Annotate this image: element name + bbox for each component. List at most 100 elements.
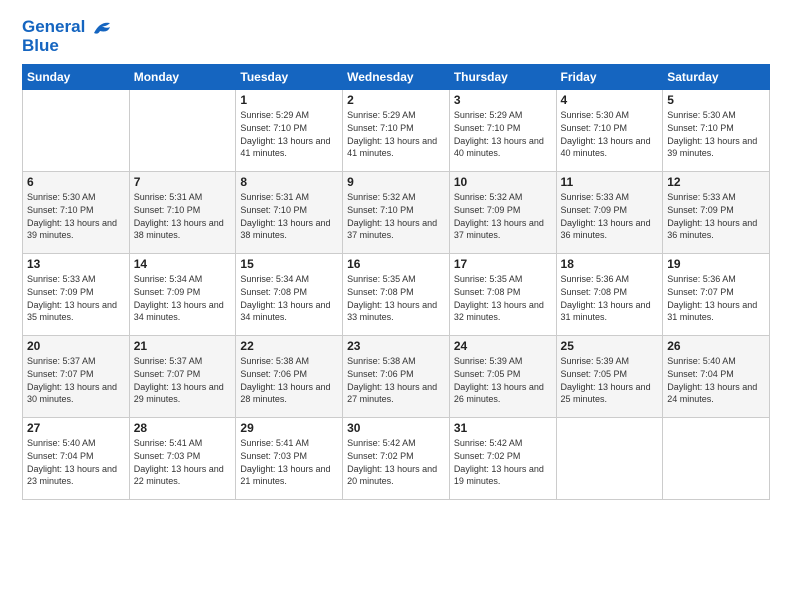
day-number: 2: [347, 93, 445, 107]
day-info: Sunrise: 5:35 AMSunset: 7:08 PMDaylight:…: [454, 273, 552, 323]
calendar-cell: 9 Sunrise: 5:32 AMSunset: 7:10 PMDaylight…: [343, 172, 450, 254]
day-number: 14: [134, 257, 232, 271]
day-number: 30: [347, 421, 445, 435]
calendar-cell: [23, 90, 130, 172]
day-number: 15: [240, 257, 338, 271]
calendar-cell: 4 Sunrise: 5:30 AMSunset: 7:10 PMDaylight…: [556, 90, 663, 172]
calendar-cell: 13 Sunrise: 5:33 AMSunset: 7:09 PMDayligh…: [23, 254, 130, 336]
day-number: 22: [240, 339, 338, 353]
day-info: Sunrise: 5:38 AMSunset: 7:06 PMDaylight:…: [240, 355, 338, 405]
day-info: Sunrise: 5:39 AMSunset: 7:05 PMDaylight:…: [454, 355, 552, 405]
day-info: Sunrise: 5:41 AMSunset: 7:03 PMDaylight:…: [134, 437, 232, 487]
day-number: 13: [27, 257, 125, 271]
day-number: 29: [240, 421, 338, 435]
day-number: 9: [347, 175, 445, 189]
day-number: 31: [454, 421, 552, 435]
day-info: Sunrise: 5:36 AMSunset: 7:07 PMDaylight:…: [667, 273, 765, 323]
day-info: Sunrise: 5:42 AMSunset: 7:02 PMDaylight:…: [454, 437, 552, 487]
day-info: Sunrise: 5:37 AMSunset: 7:07 PMDaylight:…: [27, 355, 125, 405]
day-info: Sunrise: 5:42 AMSunset: 7:02 PMDaylight:…: [347, 437, 445, 487]
day-info: Sunrise: 5:40 AMSunset: 7:04 PMDaylight:…: [667, 355, 765, 405]
calendar-cell: 26 Sunrise: 5:40 AMSunset: 7:04 PMDayligh…: [663, 336, 770, 418]
day-number: 26: [667, 339, 765, 353]
day-info: Sunrise: 5:40 AMSunset: 7:04 PMDaylight:…: [27, 437, 125, 487]
day-info: Sunrise: 5:34 AMSunset: 7:08 PMDaylight:…: [240, 273, 338, 323]
calendar-week-row: 13 Sunrise: 5:33 AMSunset: 7:09 PMDayligh…: [23, 254, 770, 336]
calendar-cell: [129, 90, 236, 172]
day-number: 4: [561, 93, 659, 107]
day-info: Sunrise: 5:29 AMSunset: 7:10 PMDaylight:…: [454, 109, 552, 159]
day-info: Sunrise: 5:30 AMSunset: 7:10 PMDaylight:…: [667, 109, 765, 159]
calendar-cell: 21 Sunrise: 5:37 AMSunset: 7:07 PMDayligh…: [129, 336, 236, 418]
day-info: Sunrise: 5:34 AMSunset: 7:09 PMDaylight:…: [134, 273, 232, 323]
day-number: 21: [134, 339, 232, 353]
calendar-cell: 18 Sunrise: 5:36 AMSunset: 7:08 PMDayligh…: [556, 254, 663, 336]
weekday-header: Sunday: [23, 65, 130, 90]
day-info: Sunrise: 5:32 AMSunset: 7:09 PMDaylight:…: [454, 191, 552, 241]
day-info: Sunrise: 5:41 AMSunset: 7:03 PMDaylight:…: [240, 437, 338, 487]
day-info: Sunrise: 5:36 AMSunset: 7:08 PMDaylight:…: [561, 273, 659, 323]
day-number: 7: [134, 175, 232, 189]
day-number: 25: [561, 339, 659, 353]
day-info: Sunrise: 5:30 AMSunset: 7:10 PMDaylight:…: [561, 109, 659, 159]
calendar-week-row: 20 Sunrise: 5:37 AMSunset: 7:07 PMDayligh…: [23, 336, 770, 418]
calendar-cell: 30 Sunrise: 5:42 AMSunset: 7:02 PMDayligh…: [343, 418, 450, 500]
weekday-header: Tuesday: [236, 65, 343, 90]
day-number: 19: [667, 257, 765, 271]
day-number: 27: [27, 421, 125, 435]
calendar-week-row: 6Sunrise: 5:30 AMSunset: 7:10 PMDaylight…: [23, 172, 770, 254]
weekday-header: Monday: [129, 65, 236, 90]
day-number: 16: [347, 257, 445, 271]
day-info: Sunrise: 5:29 AMSunset: 7:10 PMDaylight:…: [240, 109, 338, 159]
calendar-cell: 31 Sunrise: 5:42 AMSunset: 7:02 PMDayligh…: [449, 418, 556, 500]
weekday-header: Saturday: [663, 65, 770, 90]
day-info: Sunrise: 5:31 AMSunset: 7:10 PMDaylight:…: [134, 191, 232, 241]
day-info: Sunrise: 5:33 AMSunset: 7:09 PMDaylight:…: [27, 273, 125, 323]
calendar-cell: 15 Sunrise: 5:34 AMSunset: 7:08 PMDayligh…: [236, 254, 343, 336]
calendar-cell: 12 Sunrise: 5:33 AMSunset: 7:09 PMDayligh…: [663, 172, 770, 254]
calendar-cell: 27 Sunrise: 5:40 AMSunset: 7:04 PMDayligh…: [23, 418, 130, 500]
day-number: 17: [454, 257, 552, 271]
calendar-cell: 5 Sunrise: 5:30 AMSunset: 7:10 PMDaylight…: [663, 90, 770, 172]
calendar-cell: 22 Sunrise: 5:38 AMSunset: 7:06 PMDayligh…: [236, 336, 343, 418]
calendar-cell: [556, 418, 663, 500]
calendar-cell: 29 Sunrise: 5:41 AMSunset: 7:03 PMDayligh…: [236, 418, 343, 500]
day-number: 1: [240, 93, 338, 107]
calendar-cell: 17 Sunrise: 5:35 AMSunset: 7:08 PMDayligh…: [449, 254, 556, 336]
calendar-table: SundayMondayTuesdayWednesdayThursdayFrid…: [22, 64, 770, 500]
logo-general: General: [22, 17, 85, 36]
weekday-header: Friday: [556, 65, 663, 90]
header: General Blue: [22, 18, 770, 54]
day-number: 18: [561, 257, 659, 271]
day-info: Sunrise: 5:37 AMSunset: 7:07 PMDaylight:…: [134, 355, 232, 405]
day-number: 12: [667, 175, 765, 189]
calendar-cell: 19 Sunrise: 5:36 AMSunset: 7:07 PMDayligh…: [663, 254, 770, 336]
day-number: 23: [347, 339, 445, 353]
weekday-header: Wednesday: [343, 65, 450, 90]
day-info: Sunrise: 5:35 AMSunset: 7:08 PMDaylight:…: [347, 273, 445, 323]
day-number: 20: [27, 339, 125, 353]
logo-blue: Blue: [22, 37, 114, 55]
day-info: Sunrise: 5:29 AMSunset: 7:10 PMDaylight:…: [347, 109, 445, 159]
day-info: Sunrise: 5:31 AMSunset: 7:10 PMDaylight:…: [240, 191, 338, 241]
calendar-week-row: 27 Sunrise: 5:40 AMSunset: 7:04 PMDayligh…: [23, 418, 770, 500]
day-number: 28: [134, 421, 232, 435]
calendar-cell: 14 Sunrise: 5:34 AMSunset: 7:09 PMDayligh…: [129, 254, 236, 336]
day-info: Sunrise: 5:39 AMSunset: 7:05 PMDaylight:…: [561, 355, 659, 405]
calendar-cell: 23Sunrise: 5:38 AMSunset: 7:06 PMDayligh…: [343, 336, 450, 418]
logo: General Blue: [22, 18, 114, 54]
calendar-header-row: SundayMondayTuesdayWednesdayThursdayFrid…: [23, 65, 770, 90]
calendar-cell: 25 Sunrise: 5:39 AMSunset: 7:05 PMDayligh…: [556, 336, 663, 418]
day-number: 3: [454, 93, 552, 107]
day-info: Sunrise: 5:33 AMSunset: 7:09 PMDaylight:…: [561, 191, 659, 241]
calendar-cell: 1 Sunrise: 5:29 AMSunset: 7:10 PMDaylight…: [236, 90, 343, 172]
day-info: Sunrise: 5:32 AMSunset: 7:10 PMDaylight:…: [347, 191, 445, 241]
calendar-cell: 3 Sunrise: 5:29 AMSunset: 7:10 PMDaylight…: [449, 90, 556, 172]
day-info: Sunrise: 5:33 AMSunset: 7:09 PMDaylight:…: [667, 191, 765, 241]
calendar-cell: 10 Sunrise: 5:32 AMSunset: 7:09 PMDayligh…: [449, 172, 556, 254]
calendar-cell: 11Sunrise: 5:33 AMSunset: 7:09 PMDayligh…: [556, 172, 663, 254]
calendar-cell: 16 Sunrise: 5:35 AMSunset: 7:08 PMDayligh…: [343, 254, 450, 336]
day-number: 10: [454, 175, 552, 189]
day-number: 5: [667, 93, 765, 107]
calendar-cell: 7 Sunrise: 5:31 AMSunset: 7:10 PMDaylight…: [129, 172, 236, 254]
